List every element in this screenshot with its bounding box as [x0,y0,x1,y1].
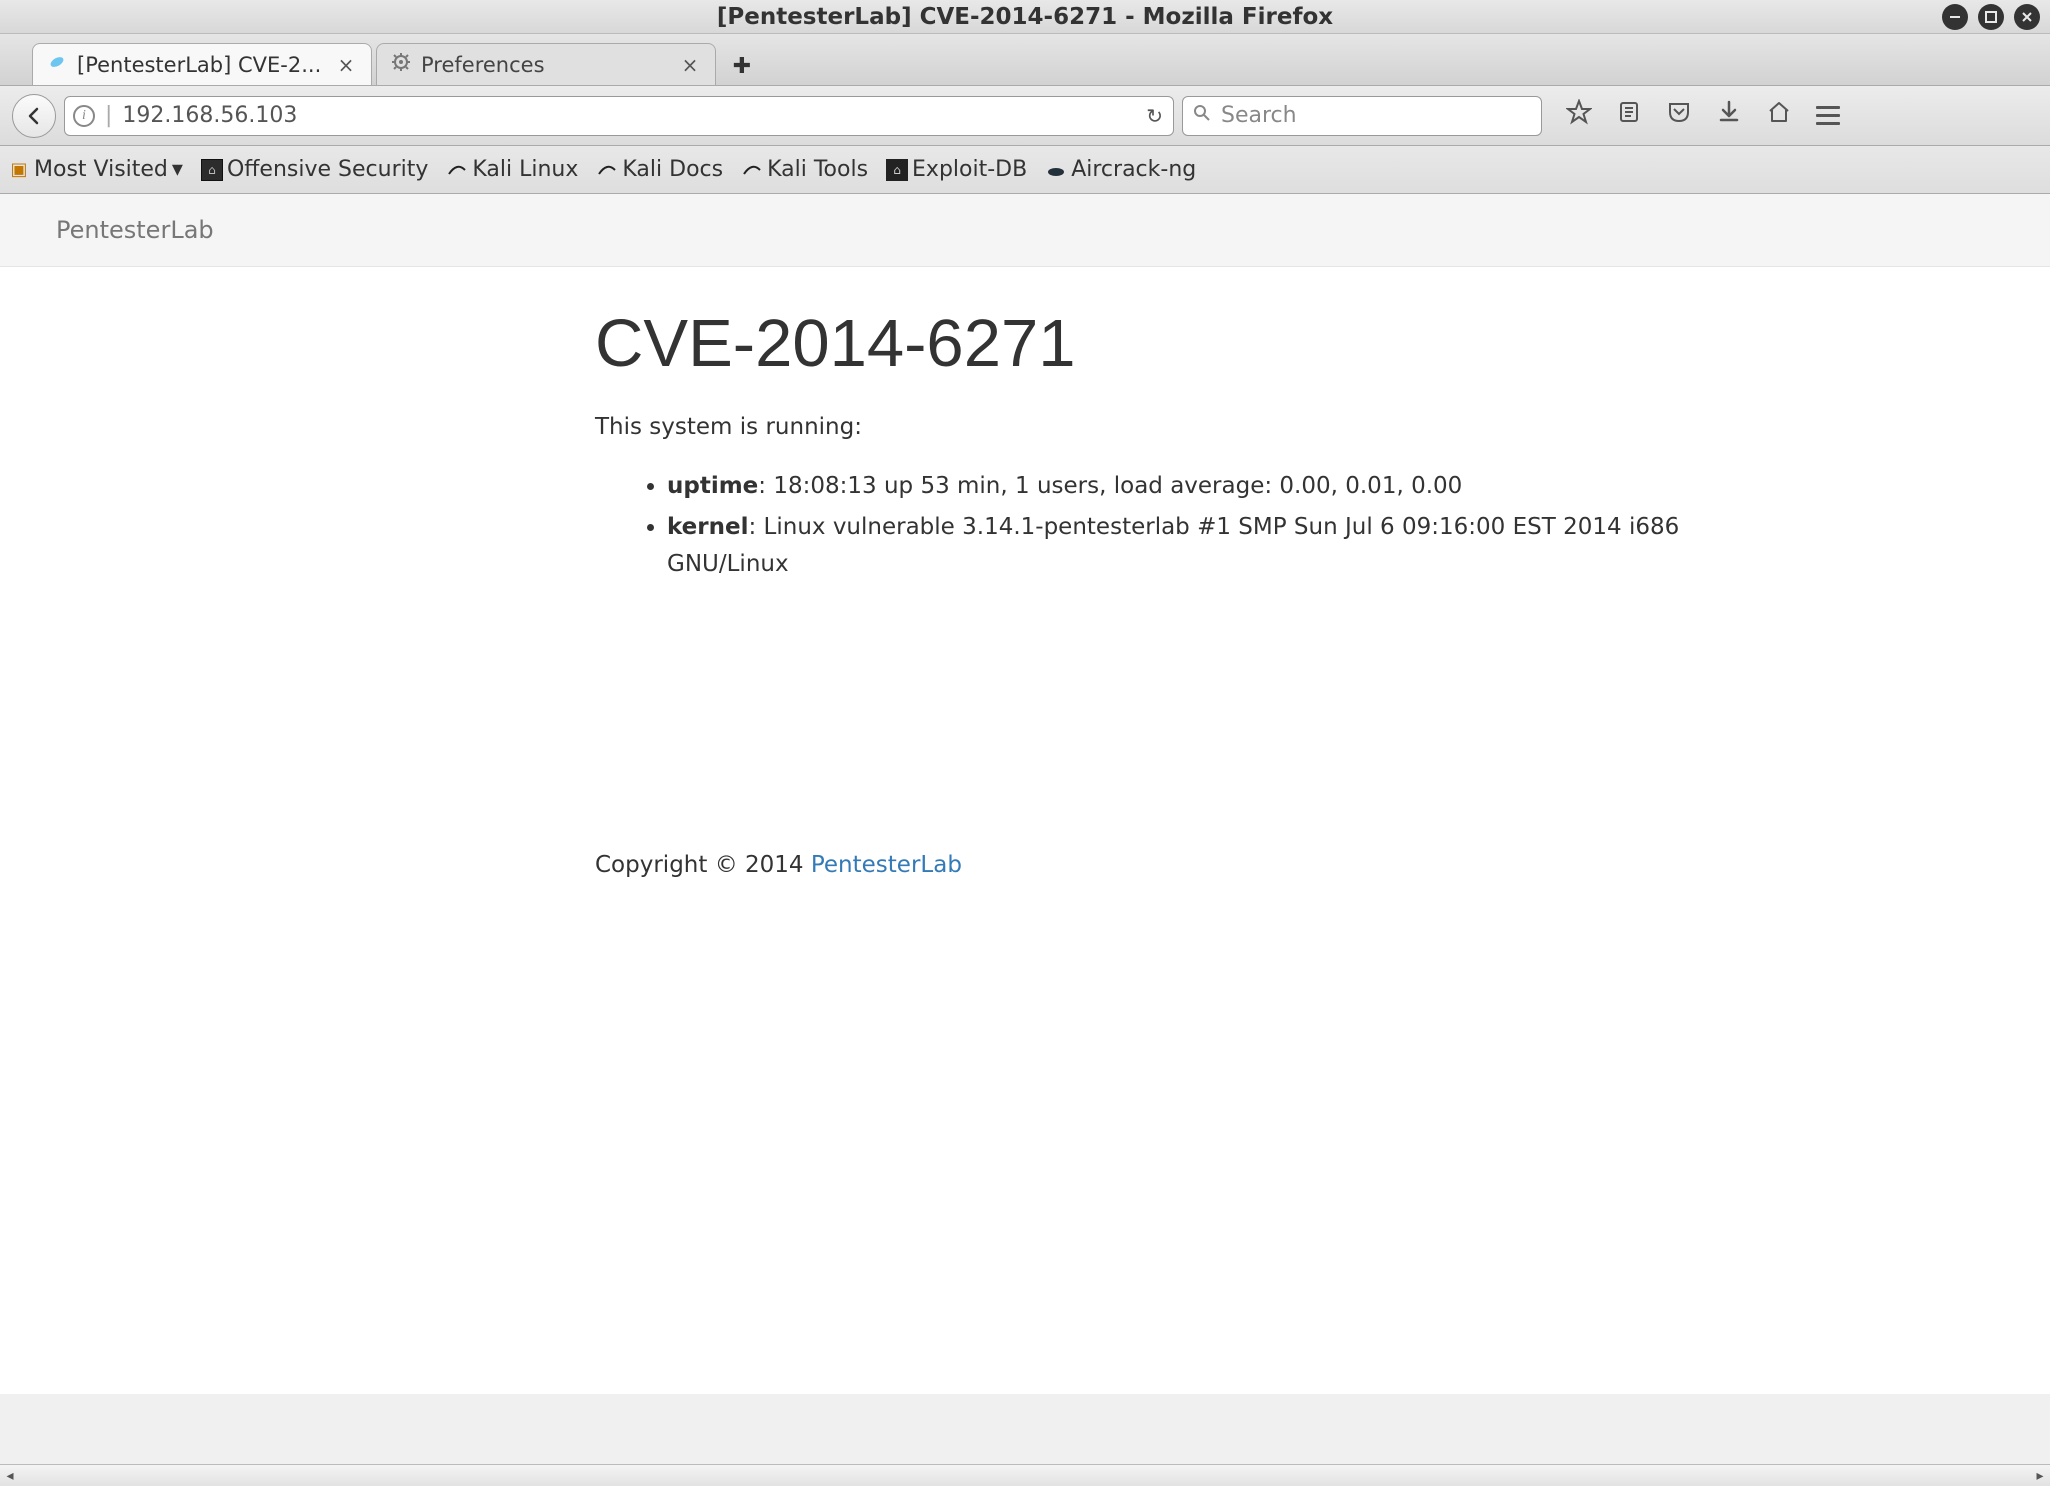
list-item: uptime: 18:08:13 up 53 min, 1 users, loa… [667,468,1787,505]
exploit-db-icon: ⌂ [886,159,908,181]
page-lead: This system is running: [595,414,1787,440]
back-button[interactable] [12,94,56,138]
bookmark-exploit-db[interactable]: ⌂ Exploit-DB [886,157,1027,182]
nav-toolbar: i | 192.168.56.103 ↻ Search [0,86,2050,146]
bookmark-offensive-security[interactable]: ⌂ Offensive Security [201,157,428,182]
search-placeholder: Search [1221,103,1297,128]
aircrack-icon [1045,159,1067,181]
bookmark-kali-tools[interactable]: Kali Tools [741,157,868,182]
home-icon[interactable] [1766,99,1792,132]
bookmark-kali-docs[interactable]: Kali Docs [596,157,723,182]
bookmark-kali-linux[interactable]: Kali Linux [446,157,578,182]
page-footer: Copyright © 2014 PentesterLab [595,852,1787,878]
maximize-button[interactable] [1978,4,2004,30]
bookmark-label: Kali Tools [767,157,868,182]
brand-link[interactable]: PentesterLab [56,216,214,244]
bookmark-label: Kali Docs [622,157,723,182]
item-label: kernel [667,514,748,540]
tab-label: Preferences [421,53,673,77]
search-icon [1193,103,1211,128]
bookmarks-bar: ▣ Most Visited ▾ ⌂ Offensive Security Ka… [0,146,2050,194]
tab-preferences[interactable]: Preferences × [376,43,716,85]
kali-icon [741,159,763,181]
folder-icon: ▣ [8,159,30,181]
scroll-right-icon[interactable]: ▸ [2032,1468,2048,1484]
kali-icon [446,159,468,181]
window-title: [PentesterLab] CVE-2014-6271 - Mozilla F… [717,4,1333,30]
tab-active[interactable]: [PentesterLab] CVE-2... × [32,43,372,85]
bookmark-star-icon[interactable] [1566,99,1592,132]
item-value: : Linux vulnerable 3.14.1-pentesterlab #… [667,514,1679,577]
page-body: PentesterLab CVE-2014-6271 This system i… [0,194,2050,1394]
tab-label: [PentesterLab] CVE-2... [77,53,329,77]
item-label: uptime [667,473,758,499]
list-item: kernel: Linux vulnerable 3.14.1-penteste… [667,509,1787,583]
pocket-icon[interactable] [1666,99,1692,132]
bookmark-label: Most Visited [34,157,168,182]
page-brand-bar: PentesterLab [0,194,2050,267]
reload-icon[interactable]: ↻ [1144,104,1165,128]
bookmark-most-visited[interactable]: ▣ Most Visited ▾ [8,157,183,182]
close-button[interactable] [2014,4,2040,30]
downloads-icon[interactable] [1716,99,1742,132]
hamburger-menu-icon[interactable] [1816,106,1840,125]
page-title: CVE-2014-6271 [595,305,1787,382]
minimize-button[interactable] [1942,4,1968,30]
bookmark-label: Offensive Security [227,157,428,182]
window-titlebar: [PentesterLab] CVE-2014-6271 - Mozilla F… [0,0,2050,34]
url-separator: | [105,103,112,128]
horizontal-scrollbar[interactable]: ◂ ▸ [0,1464,2050,1486]
site-info-icon[interactable]: i [73,105,95,127]
url-text[interactable]: 192.168.56.103 [122,103,1134,128]
scroll-left-icon[interactable]: ◂ [2,1468,18,1484]
bookmark-label: Kali Linux [472,157,578,182]
system-info-list: uptime: 18:08:13 up 53 min, 1 users, loa… [595,468,1787,582]
footer-text: Copyright © 2014 [595,852,811,878]
tab-bar: [PentesterLab] CVE-2... × Preferences × … [0,34,2050,86]
offensive-icon: ⌂ [201,159,223,181]
library-icon[interactable] [1616,99,1642,132]
bookmark-aircrack[interactable]: Aircrack-ng [1045,157,1196,182]
item-value: : 18:08:13 up 53 min, 1 users, load aver… [758,473,1462,499]
url-bar[interactable]: i | 192.168.56.103 ↻ [64,96,1174,136]
bookmark-label: Exploit-DB [912,157,1027,182]
search-bar[interactable]: Search [1182,96,1542,136]
footer-link[interactable]: PentesterLab [811,852,962,878]
tab-close-icon[interactable]: × [679,54,701,76]
bookmark-label: Aircrack-ng [1071,157,1196,182]
gear-icon [391,52,411,77]
tab-close-icon[interactable]: × [335,54,357,76]
chevron-down-icon: ▾ [172,157,183,182]
kali-icon [596,159,618,181]
tab-favicon [47,52,67,77]
new-tab-button[interactable]: ✚ [726,47,758,85]
